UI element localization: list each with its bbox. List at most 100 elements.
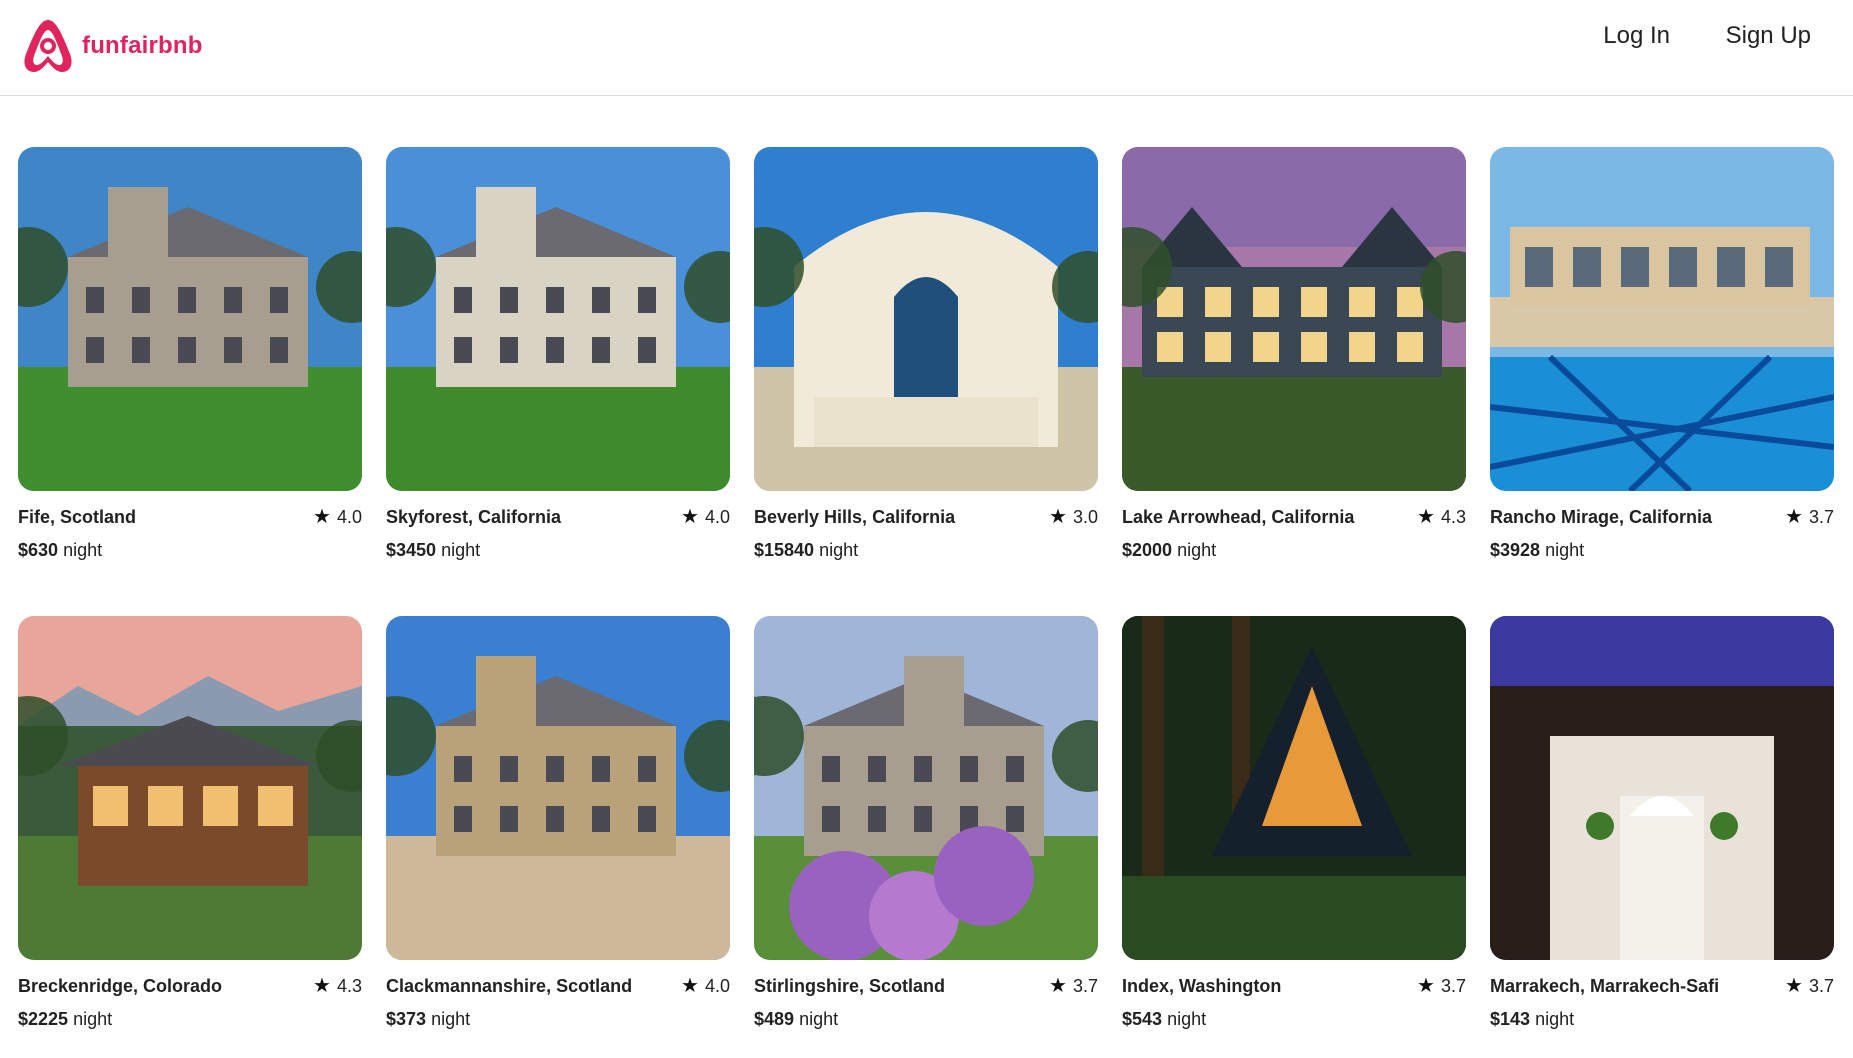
a-frame-photo [1122, 616, 1466, 960]
rating-value: 3.7 [1808, 975, 1834, 996]
pool-villa-photo [1490, 147, 1834, 491]
stone-castle-photo [386, 616, 730, 960]
rating-value: 3.7 [1072, 975, 1098, 996]
star-icon: ★ [1049, 975, 1067, 997]
listing-rating: ★ 4.3 [313, 976, 362, 997]
price-amount: $143 [1490, 1009, 1531, 1029]
listing-price: $143 night [1490, 1009, 1834, 1030]
price-unit: night [1167, 1009, 1207, 1029]
listing-photo[interactable] [754, 147, 1098, 491]
listing-card[interactable]: Marrakech, Marrakech-Safi ★ 3.7 $143 night [1490, 616, 1834, 1030]
listing-location: Marrakech, Marrakech-Safi [1490, 975, 1720, 996]
listing-rating: ★ 3.7 [1785, 976, 1834, 997]
listing-card[interactable]: Stirlingshire, Scotland ★ 3.7 $489 night [754, 616, 1098, 1030]
listing-meta: Fife, Scotland ★ 4.0 [18, 505, 362, 529]
tudor-castle-photo [386, 147, 730, 491]
listing-photo[interactable] [1490, 147, 1834, 491]
listing-meta: Stirlingshire, Scotland ★ 3.7 [754, 974, 1098, 998]
price-amount: $2225 [18, 1009, 69, 1029]
brand-name: funfairbnb [82, 32, 203, 59]
listing-photo[interactable] [18, 616, 362, 960]
listing-price: $2000 night [1122, 540, 1466, 561]
listing-rating: ★ 4.3 [1417, 507, 1466, 528]
price-unit: night [73, 1009, 113, 1029]
price-unit: night [819, 540, 859, 560]
star-icon: ★ [1785, 975, 1803, 997]
listing-price: $630 night [18, 540, 362, 561]
price-amount: $3450 [386, 540, 437, 560]
listing-rating: ★ 4.0 [313, 507, 362, 528]
listing-photo[interactable] [1490, 616, 1834, 960]
listing-price: $3450 night [386, 540, 730, 561]
listing-card[interactable]: Beverly Hills, California ★ 3.0 $15840 nigh… [754, 147, 1098, 561]
listing-rating: ★ 3.7 [1049, 976, 1098, 997]
listing-location: Fife, Scotland [18, 506, 137, 527]
price-amount: $15840 [754, 540, 815, 560]
price-unit: night [431, 1009, 471, 1029]
price-amount: $630 [18, 540, 59, 560]
price-unit: night [1535, 1009, 1575, 1029]
listing-rating: ★ 4.0 [681, 976, 730, 997]
listing-photo[interactable] [1122, 147, 1466, 491]
listing-meta: Breckenridge, Colorado ★ 4.3 [18, 974, 362, 998]
listing-location: Beverly Hills, California [754, 506, 956, 527]
listing-location: Rancho Mirage, California [1490, 506, 1713, 527]
rating-value: 3.0 [1072, 506, 1098, 527]
listing-location: Clackmannanshire, Scotland [386, 975, 633, 996]
listing-rating: ★ 3.7 [1785, 507, 1834, 528]
price-amount: $2000 [1122, 540, 1173, 560]
listing-location: Index, Washington [1122, 975, 1282, 996]
price-amount: $489 [754, 1009, 795, 1029]
listing-photo[interactable] [386, 616, 730, 960]
rating-value: 4.0 [704, 506, 730, 527]
rating-value: 4.3 [1440, 506, 1466, 527]
rating-value: 4.0 [336, 506, 362, 527]
listing-card[interactable]: Rancho Mirage, California ★ 3.7 $3928 night [1490, 147, 1834, 561]
brand-logo[interactable]: funfairbnb [20, 16, 203, 76]
top-header: funfairbnb Log In Sign Up [0, 0, 1853, 96]
star-icon: ★ [1785, 506, 1803, 528]
listing-price: $543 night [1122, 1009, 1466, 1030]
log-cabin-photo [18, 616, 362, 960]
login-link[interactable]: Log In [1603, 22, 1670, 50]
listing-photo[interactable] [386, 147, 730, 491]
listing-rating: ★ 4.0 [681, 507, 730, 528]
rating-value: 4.0 [704, 975, 730, 996]
airbnb-logo-icon [24, 20, 72, 72]
listing-location: Breckenridge, Colorado [18, 975, 223, 996]
listing-card[interactable]: Breckenridge, Colorado ★ 4.3 $2225 night [18, 616, 362, 1030]
star-icon: ★ [1417, 506, 1435, 528]
listing-meta: Index, Washington ★ 3.7 [1122, 974, 1466, 998]
listing-meta: Lake Arrowhead, California ★ 4.3 [1122, 505, 1466, 529]
listing-photo[interactable] [1122, 616, 1466, 960]
star-icon: ★ [681, 975, 699, 997]
listing-location: Skyforest, California [386, 506, 562, 527]
listing-price: $3928 night [1490, 540, 1834, 561]
listing-meta: Marrakech, Marrakech-Safi ★ 3.7 [1490, 974, 1834, 998]
listing-card[interactable]: Skyforest, California ★ 4.0 $3450 night [386, 147, 730, 561]
price-amount: $373 [386, 1009, 427, 1029]
listing-card[interactable]: Fife, Scotland ★ 4.0 $630 night [18, 147, 362, 561]
price-unit: night [1545, 540, 1585, 560]
riad-courtyard-photo [1490, 616, 1834, 960]
listing-location: Lake Arrowhead, California [1122, 506, 1355, 527]
rating-value: 3.7 [1440, 975, 1466, 996]
listing-meta: Clackmannanshire, Scotland ★ 4.0 [386, 974, 730, 998]
listing-card[interactable]: Clackmannanshire, Scotland ★ 4.0 $373 night [386, 616, 730, 1030]
listing-card[interactable]: Lake Arrowhead, California ★ 4.3 $2000 nigh… [1122, 147, 1466, 561]
listing-photo[interactable] [18, 147, 362, 491]
listing-rating: ★ 3.7 [1417, 976, 1466, 997]
signup-link[interactable]: Sign Up [1726, 22, 1811, 50]
price-amount: $543 [1122, 1009, 1163, 1029]
listing-card[interactable]: Index, Washington ★ 3.7 $543 night [1122, 616, 1466, 1030]
rating-value: 3.7 [1808, 506, 1834, 527]
tower-house-photo [754, 616, 1098, 960]
listing-price: $2225 night [18, 1009, 362, 1030]
listing-meta: Beverly Hills, California ★ 3.0 [754, 505, 1098, 529]
star-icon: ★ [313, 975, 331, 997]
listing-price: $15840 night [754, 540, 1098, 561]
manor-house-photo [18, 147, 362, 491]
price-unit: night [441, 540, 481, 560]
listing-photo[interactable] [754, 616, 1098, 960]
star-icon: ★ [1417, 975, 1435, 997]
